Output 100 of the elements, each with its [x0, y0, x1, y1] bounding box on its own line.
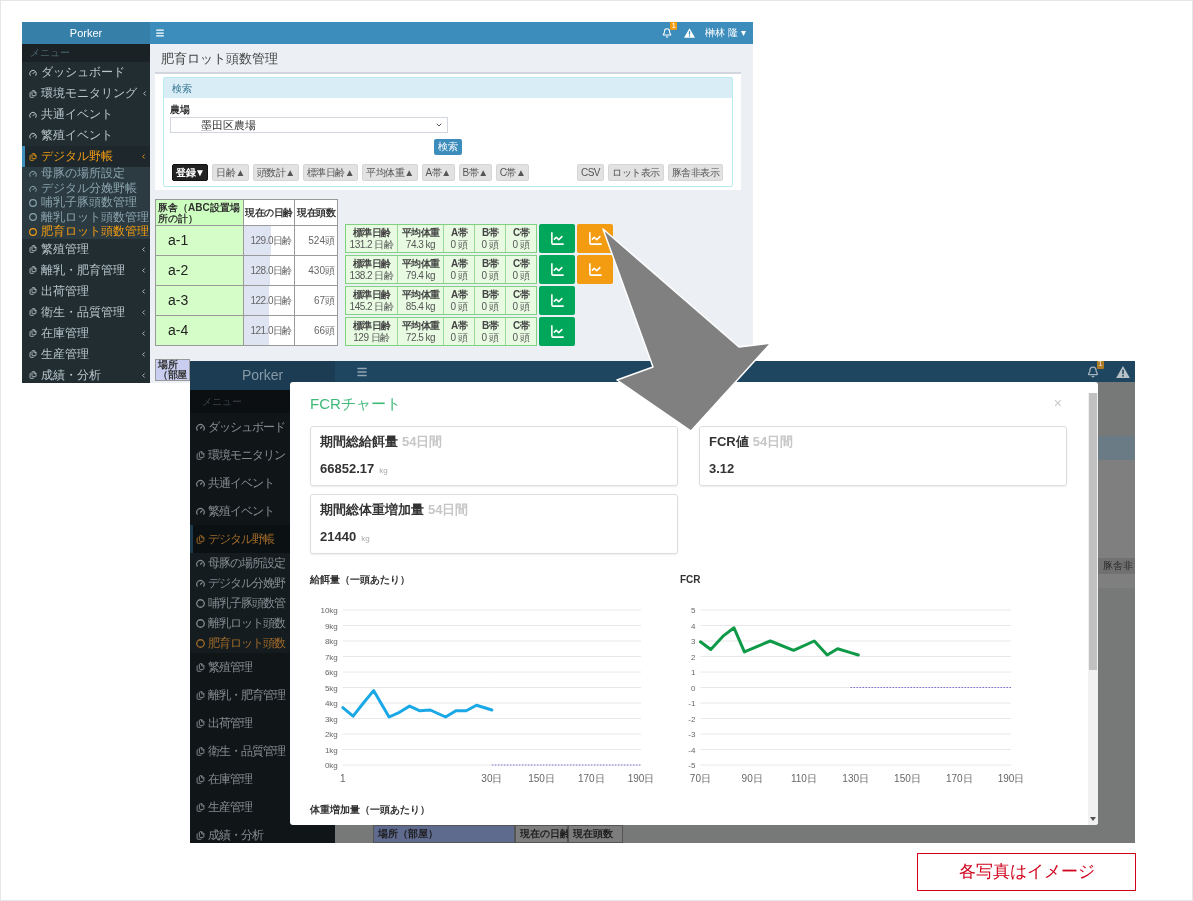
sidebar-item[interactable]: 繁殖イベント — [190, 497, 290, 525]
stat-label: C帯 — [512, 226, 530, 239]
stat-label: 標準日齢 — [352, 257, 391, 270]
sidebar-item[interactable]: ダッシュボード — [22, 62, 150, 83]
files-icon — [196, 718, 205, 728]
sidebar-item[interactable]: 生産管理 — [190, 793, 290, 821]
menu-icon[interactable] — [155, 28, 165, 38]
scrollbar[interactable] — [1088, 393, 1098, 825]
chart-title: 給餌量（一頭あたり） — [310, 574, 410, 586]
y-axis-label: 7kg — [324, 652, 338, 662]
warning-icon[interactable] — [684, 28, 696, 38]
stat-value: 3.12 — [709, 462, 735, 475]
toolbar-button[interactable]: 日齢▲ — [212, 164, 249, 181]
chart-button[interactable] — [539, 317, 575, 346]
select-field[interactable]: 墨田区農場 — [170, 117, 448, 133]
sidebar-item[interactable]: 共通イベント — [22, 104, 150, 125]
toolbar-button[interactable]: B帯▲ — [458, 164, 492, 181]
y-axis-label: 10kg — [320, 606, 338, 615]
sidebar-item[interactable]: デジタル野帳 — [22, 146, 150, 167]
sidebar-item[interactable]: 在庫管理 — [190, 765, 290, 793]
stat-value: 0 頭 — [450, 269, 468, 282]
toolbar-button[interactable]: 頭数計▲ — [252, 164, 299, 181]
warning-icon[interactable] — [1116, 365, 1130, 378]
chevron-left-icon — [140, 308, 147, 316]
sidebar-item[interactable]: 離乳・肥育管理 — [22, 259, 150, 281]
toolbar-button[interactable]: 平均体重▲ — [362, 164, 418, 181]
toolbar-button[interactable]: CSV — [576, 164, 604, 181]
submenu-item[interactable]: 肥育ロット頭数管理 — [22, 224, 150, 239]
app-logo[interactable]: Porker — [22, 22, 150, 44]
sidebar-item[interactable]: 環境モニタリン — [190, 441, 290, 469]
submenu-item[interactable]: デジタル分娩野帳 — [22, 181, 150, 196]
submenu-item[interactable]: 哺乳子豚頭数管理 — [22, 195, 150, 211]
sidebar-item[interactable]: 出荷管理 — [22, 280, 150, 302]
sidebar-item[interactable]: ダッシュボード — [190, 413, 290, 441]
menu-icon[interactable] — [356, 365, 368, 378]
y-axis-label: 2 — [690, 652, 696, 662]
sidebar-item[interactable]: 生産管理 — [22, 343, 150, 365]
y-axis-label: 9kg — [324, 621, 338, 631]
files-icon — [29, 152, 37, 161]
gauge-icon — [196, 478, 205, 488]
gauge-icon — [29, 131, 37, 140]
files-icon — [196, 534, 205, 544]
stat-value: 0 頭 — [512, 238, 530, 251]
submenu-item[interactable]: デジタル分娩野 — [190, 573, 290, 593]
submenu-item[interactable]: 母豚の場所設定 — [22, 167, 150, 182]
chart-button[interactable] — [539, 224, 575, 253]
user-menu[interactable]: 榊林 隆 ▾ — [705, 28, 746, 38]
sidebar-item[interactable]: 衛生・品質管理 — [22, 301, 150, 323]
scroll-down-arrow-icon[interactable] — [1090, 817, 1096, 821]
scrollbar-thumb[interactable] — [1089, 393, 1097, 670]
sidebar-item[interactable]: 共通イベント — [190, 469, 290, 497]
x-axis-label: 170日 — [577, 773, 605, 784]
y-axis-label: 0kg — [324, 761, 338, 770]
app-logo[interactable]: Porker — [190, 361, 335, 390]
sidebar-item[interactable]: 繁殖管理 — [190, 653, 290, 681]
sidebar-item[interactable]: 在庫管理 — [22, 322, 150, 344]
toolbar-button[interactable]: 豚舎非表示 — [667, 164, 723, 181]
search-button[interactable]: 検索 — [434, 139, 462, 155]
submenu-item[interactable]: 離乳ロット頭数管理 — [22, 210, 150, 225]
y-axis-label: -5 — [688, 761, 696, 770]
column-header: 場所（部屋 — [155, 359, 190, 381]
bell-icon[interactable] — [1087, 365, 1099, 378]
submenu-item[interactable]: 母豚の場所設定 — [190, 553, 290, 573]
stat-label: A帯 — [450, 288, 468, 301]
sidebar-item[interactable]: 離乳・肥育管理 — [190, 681, 290, 709]
sidebar-item[interactable]: デジタル野帳 — [190, 525, 290, 553]
chart-button[interactable] — [577, 255, 613, 284]
toolbar-button[interactable]: 標準日齢▲ — [302, 164, 359, 181]
sidebar-item[interactable]: 環境モニタリング — [22, 83, 150, 104]
bell-icon[interactable] — [662, 28, 673, 38]
y-axis-label: 4kg — [324, 699, 338, 708]
stat-value: 129 日齢 — [353, 331, 390, 344]
toolbar-button[interactable]: ロット表示 — [608, 164, 664, 181]
chart-button[interactable] — [539, 255, 575, 284]
submenu-item[interactable]: 離乳ロット頭数 — [190, 613, 290, 633]
sidebar-item[interactable]: 成績・分析 — [22, 364, 150, 383]
table-cell: a-4 — [156, 316, 244, 345]
sidebar-item[interactable]: 繁殖管理 — [22, 238, 150, 260]
toolbar-button[interactable]: 登録▼ — [172, 164, 209, 181]
stat-label: B帯 — [481, 226, 499, 239]
toolbar-button[interactable]: A帯▲ — [421, 164, 455, 181]
line-chart-icon — [549, 262, 565, 277]
y-axis-label: -3 — [688, 730, 696, 739]
stat-period: 54日間 — [402, 435, 443, 448]
chevron-left-icon — [140, 350, 147, 358]
submenu-item[interactable]: 哺乳子豚頭数管 — [190, 593, 290, 613]
stat-label: B帯 — [481, 257, 499, 270]
toolbar-button[interactable]: C帯▲ — [495, 164, 530, 181]
sidebar-item[interactable]: 繁殖イベント — [22, 125, 150, 146]
x-axis-label: 190日 — [997, 773, 1025, 784]
sidebar-item[interactable]: 衛生・品質管理 — [190, 737, 290, 765]
submenu-item[interactable]: 肥育ロット頭数 — [190, 633, 290, 653]
chart-button[interactable] — [539, 286, 575, 315]
y-axis-label: 1kg — [324, 745, 338, 755]
gauge-icon — [196, 422, 205, 432]
stat-value: 21440 — [320, 530, 357, 543]
sidebar-item[interactable]: 出荷管理 — [190, 709, 290, 737]
files-icon — [29, 266, 37, 275]
stat-label: A帯 — [450, 319, 468, 332]
sidebar-item[interactable]: 成績・分析 — [190, 821, 290, 843]
